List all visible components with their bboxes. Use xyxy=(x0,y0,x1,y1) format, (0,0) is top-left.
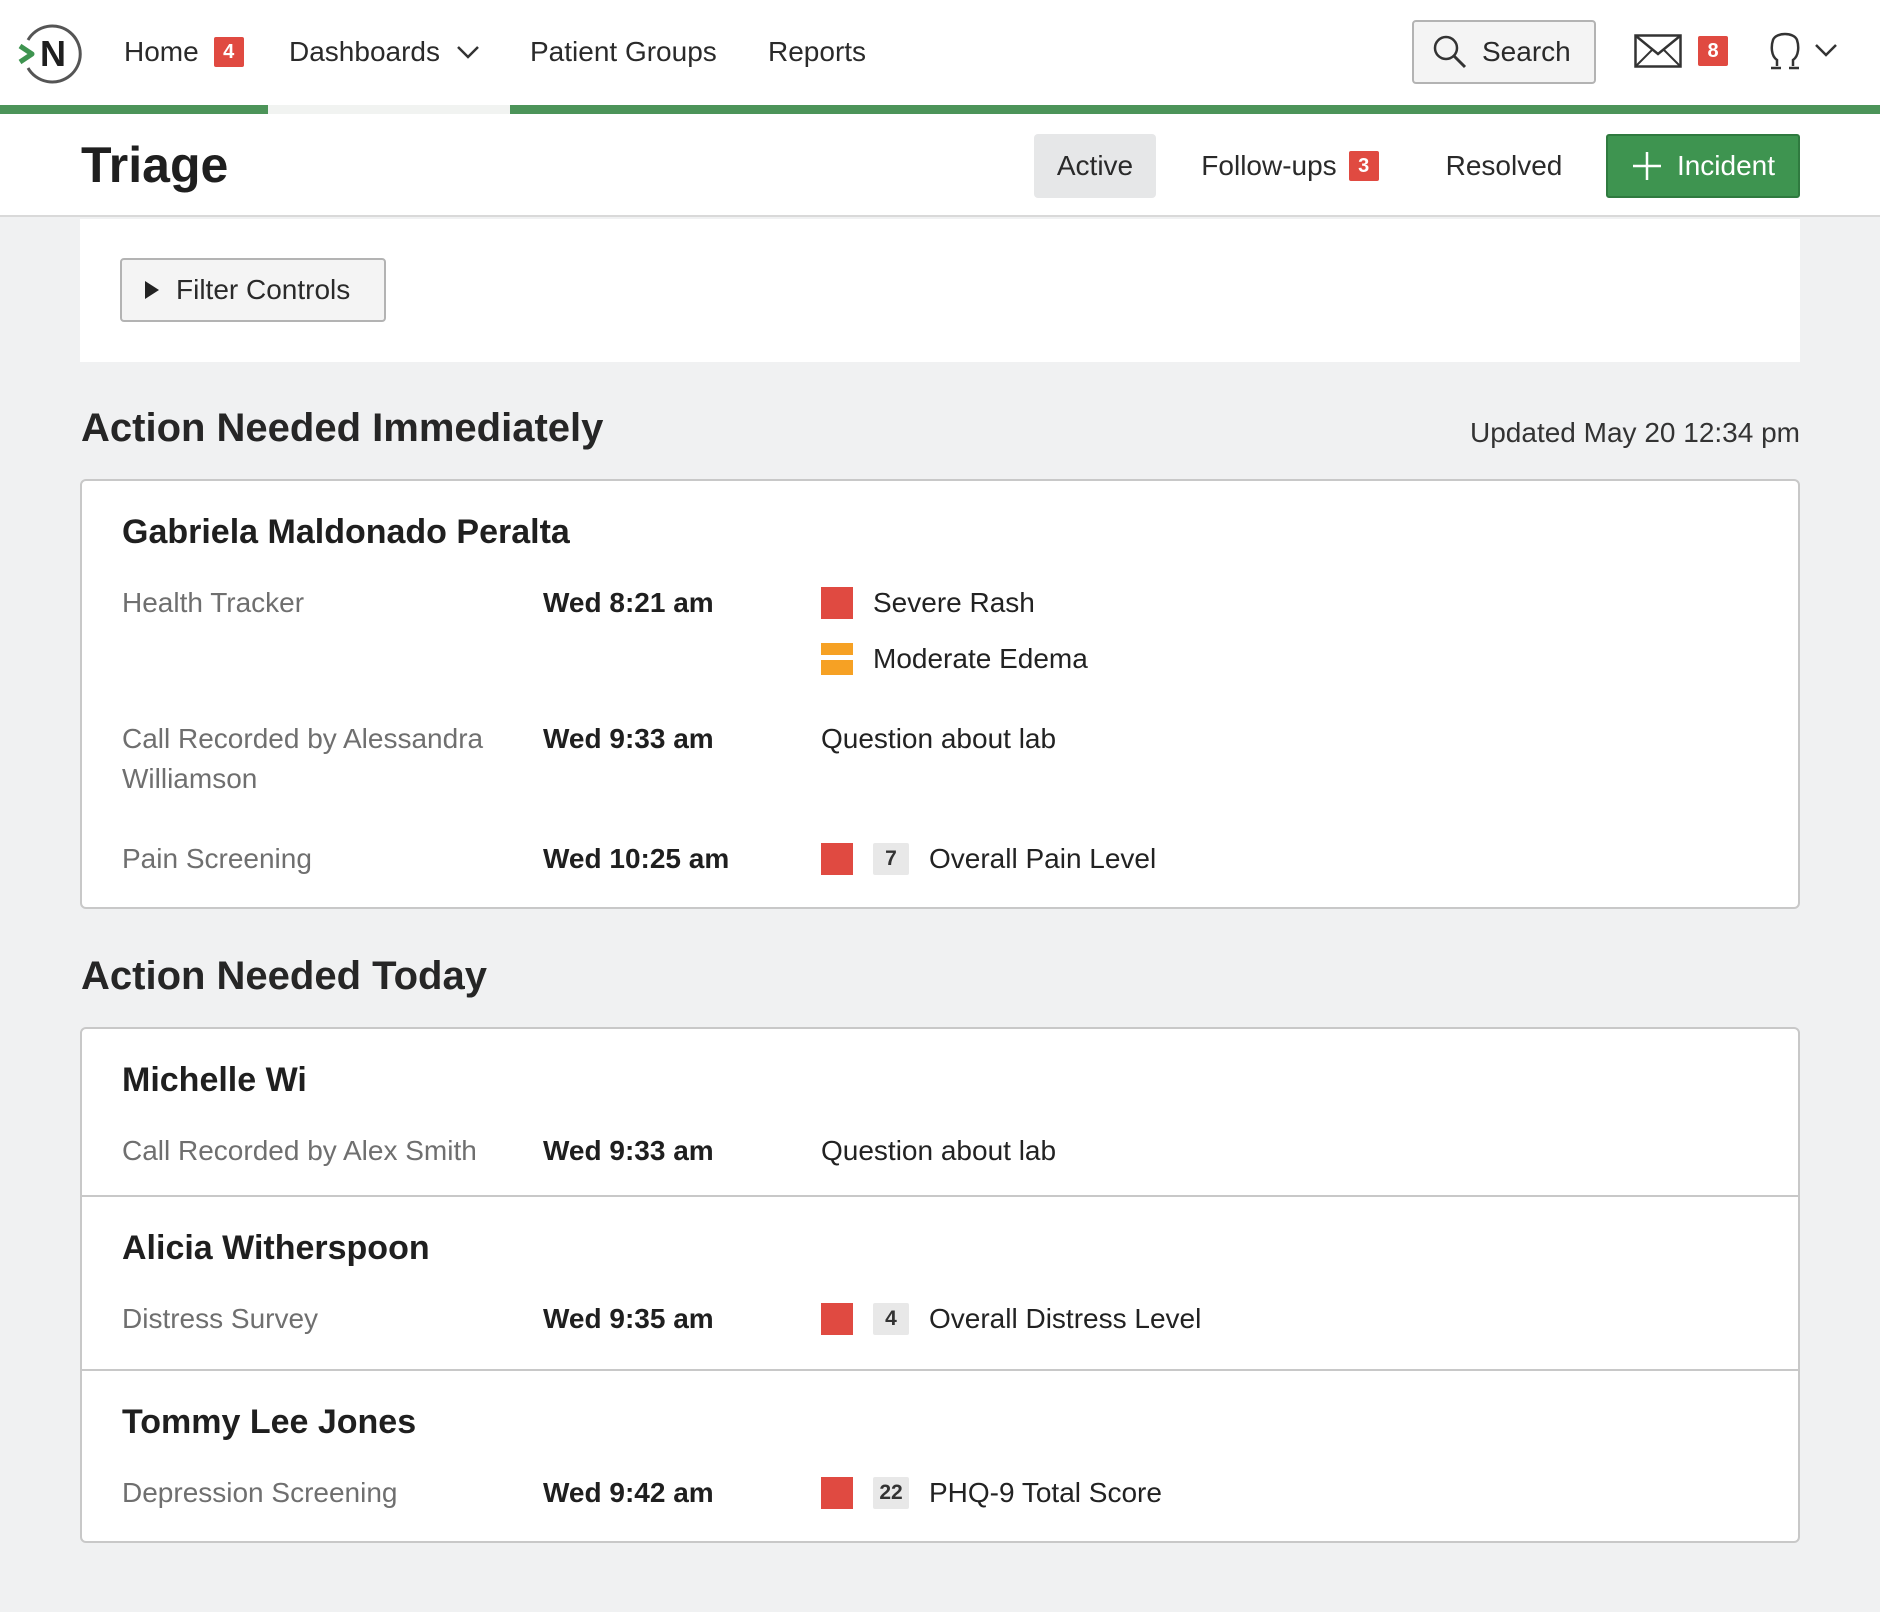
today-card: Michelle Wi Call Recorded by Alex Smith … xyxy=(80,1027,1800,1543)
patient-block[interactable]: Alicia Witherspoon Distress Survey Wed 9… xyxy=(82,1197,1798,1371)
search-label: Search xyxy=(1482,36,1571,67)
finding-label: Severe Rash xyxy=(873,587,1035,618)
entry-time: Wed 9:42 am xyxy=(543,1477,714,1508)
messages-button[interactable]: 8 xyxy=(1634,34,1728,68)
tab-active[interactable]: Active xyxy=(1034,134,1156,198)
entry-time: Wed 9:33 am xyxy=(543,1135,714,1166)
logo-icon[interactable]: N xyxy=(18,18,88,88)
nav-dashboards[interactable]: Dashboards xyxy=(289,30,480,74)
severity-high-indicator xyxy=(821,1303,853,1335)
finding[interactable]: Question about lab xyxy=(821,719,1056,759)
finding[interactable]: Severe Rash xyxy=(821,583,1035,623)
logo-letter: N xyxy=(40,33,66,74)
finding-label: Overall Pain Level xyxy=(929,843,1157,874)
patient-name[interactable]: Michelle Wi xyxy=(122,1061,307,1100)
nav-home[interactable]: Home 4 xyxy=(124,30,244,74)
filter-panel: Filter Controls xyxy=(80,219,1800,362)
patient-block[interactable]: Tommy Lee Jones Depression Screening Wed… xyxy=(82,1371,1798,1541)
nav-patient-groups[interactable]: Patient Groups xyxy=(530,30,717,74)
tab-active-label: Active xyxy=(1056,150,1134,181)
entry-source: Call Recorded by Alessandra Williamson xyxy=(122,723,484,794)
section-title-immediate: Action Needed Immediately xyxy=(81,406,604,450)
score-badge: 7 xyxy=(873,843,909,875)
score-badge: 22 xyxy=(873,1477,909,1509)
mail-count-badge: 8 xyxy=(1698,36,1728,66)
patient-name[interactable]: Alicia Witherspoon xyxy=(122,1229,430,1268)
finding-label: Question about lab xyxy=(821,1135,1057,1166)
entry-time: Wed 9:35 am xyxy=(543,1303,714,1334)
patient-block[interactable]: Michelle Wi Call Recorded by Alex Smith … xyxy=(82,1029,1798,1197)
entry-time: Wed 9:33 am xyxy=(543,723,714,754)
finding[interactable]: 7 Overall Pain Level xyxy=(821,839,1156,879)
entry-time: Wed 10:25 am xyxy=(543,843,730,874)
entry-source: Pain Screening xyxy=(122,843,312,874)
score-badge: 4 xyxy=(873,1303,909,1335)
severity-high-indicator xyxy=(821,843,853,875)
finding-label: Overall Distress Level xyxy=(929,1303,1202,1334)
entry-time: Wed 8:21 am xyxy=(543,587,714,618)
finding[interactable]: Question about lab xyxy=(821,1131,1056,1171)
search-icon xyxy=(1433,35,1467,69)
top-navigation: N Home 4 Dashboards Patient Groups Repor… xyxy=(0,0,1880,105)
nav-patient-groups-label: Patient Groups xyxy=(530,36,717,67)
search-button[interactable]: Search xyxy=(1412,20,1596,84)
finding[interactable]: 4 Overall Distress Level xyxy=(821,1299,1201,1339)
filter-controls-label: Filter Controls xyxy=(176,274,351,305)
updated-timestamp: Updated May 20 12:34 pm xyxy=(1470,417,1800,448)
follow-ups-count-badge: 3 xyxy=(1348,151,1379,181)
nav-reports-label: Reports xyxy=(768,36,867,67)
page-title: Triage xyxy=(81,137,229,193)
add-incident-button[interactable]: Incident xyxy=(1606,134,1800,198)
severity-high-indicator xyxy=(821,1477,853,1509)
severity-high-indicator xyxy=(821,587,853,619)
severity-moderate-indicator xyxy=(821,643,853,675)
nav-active-indicator xyxy=(0,105,1880,114)
entry-source: Depression Screening xyxy=(122,1477,398,1508)
entry-source: Health Tracker xyxy=(122,587,305,618)
user-icon xyxy=(1770,32,1800,70)
caret-right-icon xyxy=(145,281,159,299)
entry-source: Distress Survey xyxy=(122,1303,319,1334)
finding[interactable]: 22 PHQ-9 Total Score xyxy=(821,1473,1162,1513)
section-title-today: Action Needed Today xyxy=(81,954,487,998)
patient-name[interactable]: Gabriela Maldonado Peralta xyxy=(122,513,570,552)
patient-block[interactable]: Gabriela Maldonado Peralta Health Tracke… xyxy=(82,481,1798,907)
finding[interactable]: Moderate Edema xyxy=(821,639,1088,679)
nav-dashboards-label: Dashboards xyxy=(289,36,440,67)
user-menu[interactable] xyxy=(1768,30,1838,70)
chevron-down-icon xyxy=(1815,44,1837,57)
filter-controls-toggle[interactable]: Filter Controls xyxy=(120,258,386,322)
home-count-badge: 4 xyxy=(213,37,244,67)
tab-resolved-label: Resolved xyxy=(1445,150,1563,181)
nav-home-label: Home xyxy=(124,36,199,67)
nav-reports[interactable]: Reports xyxy=(768,30,866,74)
mail-icon xyxy=(1634,34,1682,68)
plus-icon xyxy=(1632,152,1661,180)
immediate-card: Gabriela Maldonado Peralta Health Tracke… xyxy=(80,479,1800,909)
tab-follow-ups[interactable]: Follow-ups 3 xyxy=(1184,134,1396,198)
chevron-down-icon xyxy=(457,46,479,59)
finding-label: Question about lab xyxy=(821,723,1057,754)
nav-indicator-gap xyxy=(268,105,510,114)
page-header: Triage Active Follow-ups 3 Resolved Inci… xyxy=(0,114,1880,217)
finding-label: PHQ-9 Total Score xyxy=(929,1477,1162,1508)
tab-follow-ups-label: Follow-ups xyxy=(1201,150,1337,181)
tab-resolved[interactable]: Resolved xyxy=(1424,134,1584,198)
entry-source: Call Recorded by Alex Smith xyxy=(122,1135,477,1166)
patient-name[interactable]: Tommy Lee Jones xyxy=(122,1403,416,1442)
finding-label: Moderate Edema xyxy=(873,643,1088,674)
incident-label: Incident xyxy=(1676,150,1776,181)
